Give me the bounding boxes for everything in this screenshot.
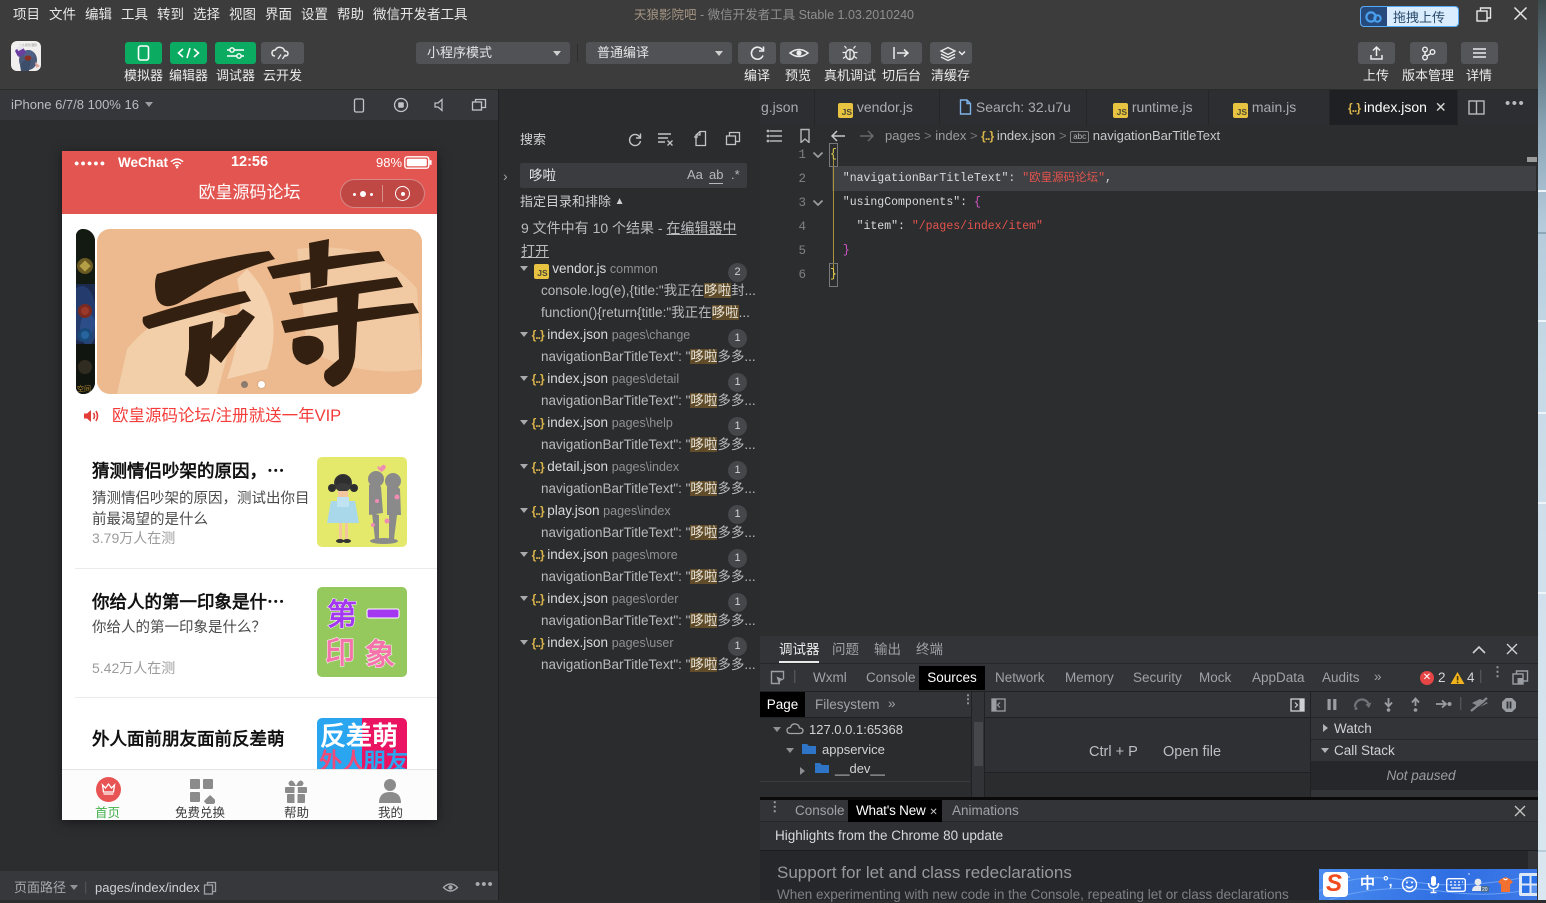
svg-text:反差萌: 反差萌 (320, 721, 398, 751)
svg-text:20: 20 (1482, 887, 1488, 893)
svg-text:象: 象 (365, 639, 395, 672)
svg-text:空间: 空间 (77, 384, 91, 393)
svg-text:一人我饮酒醉: 一人我饮酒醉 (19, 42, 37, 47)
svg-text:印: 印 (325, 637, 355, 670)
svg-text:第: 第 (327, 598, 357, 632)
